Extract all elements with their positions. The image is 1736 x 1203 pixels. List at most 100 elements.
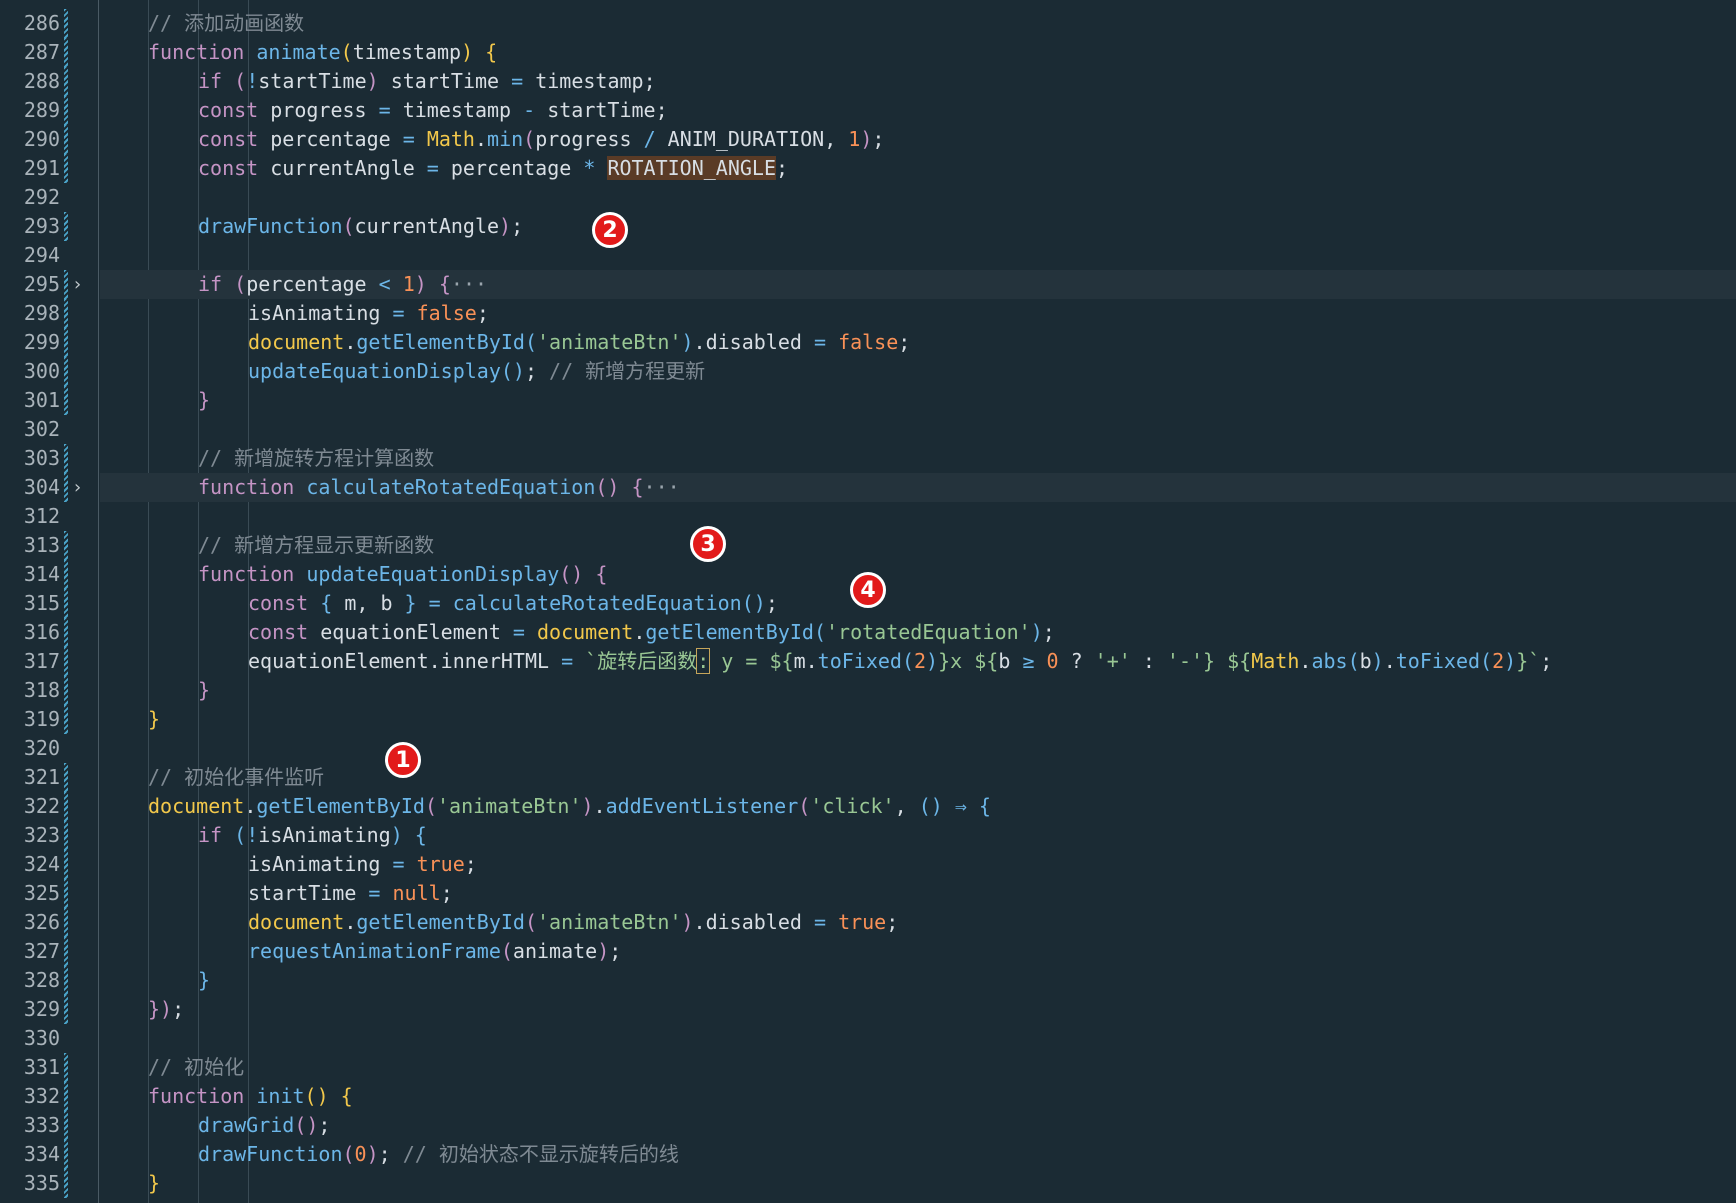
code-line[interactable] (100, 1024, 1736, 1053)
code-token: getElementById (356, 910, 525, 934)
line-number: 314 (23, 562, 60, 586)
code-line[interactable]: } (100, 1169, 1736, 1198)
fold-chevron-icon[interactable]: › (72, 270, 86, 299)
code-line[interactable]: startTime = null; (100, 879, 1736, 908)
code-token: // 初始化 (148, 1055, 245, 1079)
code-line[interactable]: } (100, 386, 1736, 415)
code-line[interactable]: const { m, b } = calculateRotatedEquatio… (100, 589, 1736, 618)
change-indicator (64, 792, 68, 821)
code-editor[interactable]: 286 287 288 289 290 291 292 293 294 295 › 298 299 300… (0, 0, 1736, 1203)
code-line[interactable]: // 新增旋转方程计算函数 (100, 444, 1736, 473)
code-line[interactable]: // 添加动画函数 (100, 9, 1736, 38)
code-token: ; (1540, 649, 1553, 673)
code-token: = (402, 127, 415, 151)
code-token: function (198, 475, 295, 499)
code-token: calculateRotatedEquation (306, 475, 596, 499)
change-indicator (64, 67, 68, 96)
code-line[interactable]: if (percentage < 1) {··· (100, 270, 1736, 299)
code-token: 'click' (810, 794, 895, 818)
code-line[interactable]: function updateEquationDisplay() { (100, 560, 1736, 589)
code-line[interactable]: } (100, 966, 1736, 995)
line-number: 292 (23, 185, 60, 209)
change-indicator (64, 676, 68, 705)
code-token: function (148, 1084, 245, 1108)
code-token: ; (440, 881, 453, 905)
line-number: 327 (23, 939, 60, 963)
code-line[interactable]: if (!startTime) startTime = timestamp; (100, 67, 1736, 96)
code-token: { (426, 272, 451, 296)
code-token: ; (872, 127, 885, 151)
code-token: . (1299, 649, 1312, 673)
code-line[interactable]: }); (100, 995, 1736, 1024)
line-number: 299 (23, 330, 60, 354)
code-line[interactable] (100, 734, 1736, 763)
code-line[interactable]: function calculateRotatedEquation() {··· (100, 473, 1736, 502)
code-token: } ${ (1203, 649, 1252, 673)
code-token: .disabled (693, 330, 814, 354)
code-token: 2 (1492, 649, 1505, 673)
code-token: ; (898, 330, 911, 354)
change-indicator (64, 270, 68, 299)
code-line[interactable]: } (100, 705, 1736, 734)
code-token: timestamp (390, 98, 524, 122)
code-token: document (248, 910, 345, 934)
code-line[interactable]: const currentAngle = percentage * ROTATI… (100, 154, 1736, 183)
code-line[interactable]: drawGrid(); (100, 1111, 1736, 1140)
code-token: } (148, 707, 161, 731)
code-line[interactable]: const equationElement = document.getElem… (100, 618, 1736, 647)
code-line[interactable] (100, 183, 1736, 212)
code-line[interactable]: isAnimating = false; (100, 299, 1736, 328)
code-line[interactable]: document.getElementById('animateBtn').di… (100, 328, 1736, 357)
code-line[interactable]: drawFunction(currentAngle); (100, 212, 1736, 241)
code-token: y = ${ (709, 649, 794, 673)
line-number: 322 (23, 794, 60, 818)
line-number: 329 (23, 997, 60, 1021)
change-indicator (64, 850, 68, 879)
code-line[interactable]: const percentage = Math.min(progress / A… (100, 125, 1736, 154)
code-line[interactable]: } (100, 676, 1736, 705)
change-indicator (64, 995, 68, 1024)
change-indicator (64, 1169, 68, 1198)
code-line[interactable]: if (!isAnimating) { (100, 821, 1736, 850)
code-line[interactable]: // 初始化 (100, 1053, 1736, 1082)
code-line[interactable] (100, 415, 1736, 444)
code-line[interactable]: // 初始化事件监听 (100, 763, 1736, 792)
code-token: ; (378, 1142, 391, 1166)
line-number: 325 (23, 881, 60, 905)
code-line[interactable]: function animate(timestamp) { (100, 38, 1736, 67)
code-token: if (198, 823, 223, 847)
code-line[interactable]: equationElement.innerHTML = `旋转后函数: y = … (100, 647, 1736, 676)
code-token: if (198, 272, 223, 296)
code-line[interactable] (100, 241, 1736, 270)
line-number: 302 (23, 417, 60, 441)
code-line[interactable]: document.getElementById('animateBtn').ad… (100, 792, 1736, 821)
code-line[interactable]: drawFunction(0); // 初始状态不显示旋转后的线 (100, 1140, 1736, 1169)
code-token: 1 (402, 272, 415, 296)
fold-chevron-icon[interactable]: › (72, 473, 86, 502)
line-number: 321 (23, 765, 60, 789)
line-number: 286 (23, 11, 60, 35)
code-token: progress (535, 127, 644, 151)
code-line[interactable]: const progress = timestamp - startTime; (100, 96, 1736, 125)
code-token: drawFunction (198, 1142, 343, 1166)
code-line[interactable]: document.getElementById('animateBtn').di… (100, 908, 1736, 937)
code-line[interactable]: updateEquationDisplay(); // 新增方程更新 (100, 357, 1736, 386)
code-token: ( (1347, 649, 1360, 673)
code-line[interactable] (100, 502, 1736, 531)
code-line[interactable]: requestAnimationFrame(animate); (100, 937, 1736, 966)
code-token: isAnimating (258, 823, 391, 847)
change-indicator (64, 357, 68, 386)
code-token: . (1383, 649, 1396, 673)
code-line[interactable]: function init() { (100, 1082, 1736, 1111)
code-token: 'animateBtn' (437, 794, 582, 818)
code-token: ) (581, 794, 594, 818)
code-line[interactable]: isAnimating = true; (100, 850, 1736, 879)
code-line[interactable]: // 新增方程显示更新函数 (100, 531, 1736, 560)
code-token: . (593, 794, 606, 818)
code-token: / (643, 127, 656, 151)
